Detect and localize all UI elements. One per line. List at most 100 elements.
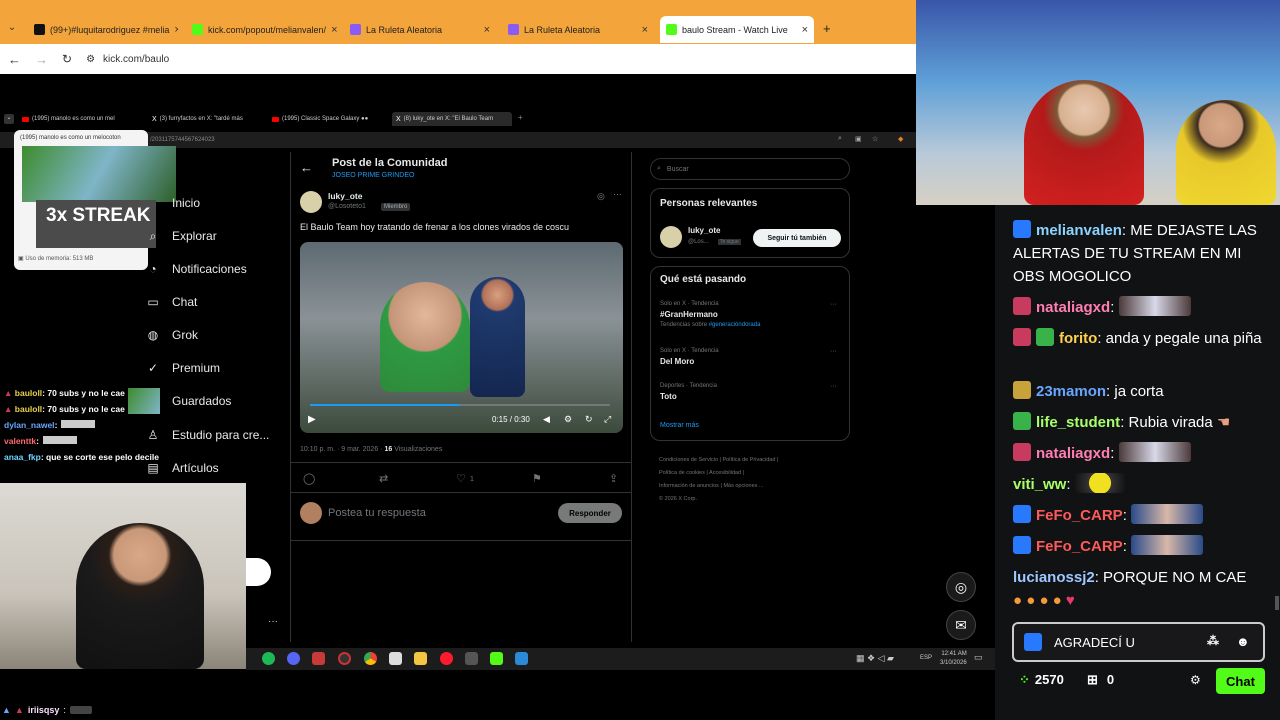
trend-item[interactable]: Solo en X · Tendencia #GranHermano Tende… <box>660 301 840 341</box>
nav-item-estudio[interactable]: ♙ Estudio para cre... <box>146 428 270 442</box>
footer-link[interactable]: Política de Privacidad <box>723 457 776 463</box>
app-icon[interactable] <box>389 652 402 665</box>
relevant-avatar[interactable] <box>660 226 682 248</box>
author-handle[interactable]: @Losoteto1 <box>328 203 366 210</box>
chat-scrollbar[interactable] <box>1275 596 1279 610</box>
close-tab-icon[interactable]: × <box>484 24 490 36</box>
inner-tab-4-active[interactable]: X (8) luky_ote en X: "El Baulo Team <box>392 112 512 126</box>
nav-item-explorar[interactable]: ⌕ Explorar <box>146 229 217 244</box>
kick-icon[interactable] <box>490 652 503 665</box>
outer-tab-5-active[interactable]: baulo Stream - Watch Live × <box>660 16 814 43</box>
search-box[interactable]: ⌕ Buscar <box>650 158 850 180</box>
language-indicator[interactable]: ESP <box>920 655 932 661</box>
chat-settings-icon[interactable]: ⚙ <box>1190 673 1201 687</box>
reply-input[interactable]: Postea tu respuesta <box>328 507 426 519</box>
app-icon[interactable] <box>465 652 478 665</box>
close-tab-icon[interactable]: × <box>802 24 808 36</box>
grok-explain-icon[interactable]: ◎ <box>597 191 605 202</box>
back-icon[interactable]: ← <box>8 52 21 67</box>
tray-icons[interactable]: ▦ ❖ ◁ ▰ <box>856 653 894 664</box>
chat-username[interactable]: 23mamon <box>1036 383 1106 400</box>
outer-tab-3[interactable]: La Ruleta Aleatoria × <box>344 16 496 43</box>
trend-more-icon[interactable]: ··· <box>830 301 837 308</box>
chrome-icon[interactable] <box>364 652 377 665</box>
footer-link[interactable]: Información de anuncios <box>659 483 719 489</box>
outer-tab-4[interactable]: La Ruleta Aleatoria × <box>502 16 654 43</box>
inner-tab-1[interactable]: (1995) manolo es como un mel <box>22 112 140 126</box>
inner-tab-list-icon[interactable]: ⌄ <box>4 114 14 124</box>
install-icon[interactable]: ▣ <box>855 135 862 143</box>
extension-icon[interactable]: ◆ <box>898 135 903 143</box>
footer-link[interactable]: Accesibilidad <box>709 470 741 476</box>
chat-username[interactable]: forito <box>1059 330 1097 347</box>
chat-username[interactable]: melianvalen <box>1036 222 1122 239</box>
post-more-icon[interactable]: ··· <box>613 189 622 199</box>
chat-username[interactable]: viti_ww <box>1013 476 1066 493</box>
chat-send-button[interactable]: Chat <box>1216 668 1265 694</box>
channel-points[interactable]: ⁘ 2570 <box>1019 672 1064 688</box>
repost-icon[interactable]: ⇄ <box>379 472 388 485</box>
community-name[interactable]: JOSEO PRIME GRINDEO <box>332 172 414 179</box>
chat-input[interactable]: AGRADECÍ U <box>1012 622 1265 662</box>
trend-item[interactable]: Deportes · Tendencia Toto ··· <box>660 383 840 411</box>
notification-icon[interactable]: ▭ <box>974 652 983 663</box>
trend-more-icon[interactable]: ··· <box>830 348 837 355</box>
nav-item-grok[interactable]: ◍ Grok <box>146 328 198 342</box>
share-icon[interactable]: ⇪ <box>609 472 618 485</box>
tab-list-chevron-icon[interactable]: ⌄ <box>4 22 20 38</box>
reply-icon[interactable]: ◯ <box>303 472 315 485</box>
nav-item-inicio[interactable]: Inicio <box>146 196 200 210</box>
messages-float-icon[interactable]: ✉ <box>946 610 976 640</box>
emoji-picker-icon[interactable]: ☻ <box>1236 634 1250 649</box>
footer-link[interactable]: Condiciones de Servicio <box>659 457 718 463</box>
url-text[interactable]: kick.com/baulo <box>103 54 169 65</box>
loop-icon[interactable]: ↻ <box>585 414 593 425</box>
outer-tab-2[interactable]: kick.com/popout/melianvalen/ × <box>186 16 338 43</box>
back-arrow-icon[interactable]: ← <box>300 160 313 175</box>
close-tab-icon[interactable]: × <box>174 24 178 36</box>
outer-tab-1[interactable]: (99+)#luquitarodriguez #melia × <box>28 16 178 43</box>
file-explorer-icon[interactable] <box>414 652 427 665</box>
chat-username[interactable]: life_student <box>1036 414 1120 431</box>
app-icon[interactable] <box>515 652 528 665</box>
settings-icon[interactable]: ⚙ <box>564 414 572 425</box>
reply-button[interactable]: Responder <box>558 503 622 523</box>
inner-url-text[interactable]: /2031175744567624023 <box>150 137 215 143</box>
spotify-icon[interactable] <box>262 652 275 665</box>
chat-username[interactable]: nataliagxd <box>1036 299 1110 316</box>
site-info-icon[interactable]: ⚙ <box>86 54 95 65</box>
more-menu-icon[interactable]: ··· <box>268 616 278 627</box>
trend-link[interactable]: #generacióndorada <box>709 322 761 328</box>
grok-float-icon[interactable]: ◎ <box>946 572 976 602</box>
post-video[interactable]: ▶ 0:15 / 0:30 ◀ ⚙ ↻ ⤢ <box>300 242 623 433</box>
close-tab-icon[interactable]: × <box>642 24 648 36</box>
clock[interactable]: 12:41 AM 3/10/2026 <box>940 650 967 668</box>
follow-back-button[interactable]: Seguir tú también <box>753 229 841 247</box>
author-name[interactable]: luky_ote <box>328 191 363 201</box>
opera-icon[interactable] <box>440 652 453 665</box>
nav-item-premium[interactable]: ✓ Premium <box>146 361 220 375</box>
author-avatar[interactable] <box>300 191 322 213</box>
fullscreen-icon[interactable]: ⤢ <box>604 414 611 425</box>
discord-icon[interactable] <box>287 652 300 665</box>
reload-icon[interactable]: ↻ <box>62 52 72 66</box>
relevant-name[interactable]: luky_ote <box>688 226 720 235</box>
chat-username[interactable]: nataliagxd <box>1036 445 1110 462</box>
inner-tab-3[interactable]: (1995) Classic Space Galaxy ●● <box>272 112 382 126</box>
chat-username[interactable]: FeFo_CARP <box>1036 538 1123 555</box>
app-icon[interactable] <box>312 652 325 665</box>
bookmark-icon[interactable]: ⚑ <box>532 472 542 485</box>
quick-emote-icon[interactable]: ⁂ <box>1207 634 1219 648</box>
star-icon[interactable]: ☆ <box>872 135 878 143</box>
play-icon[interactable]: ▶ <box>308 414 316 425</box>
relevant-handle[interactable]: @Los... <box>688 239 709 245</box>
forward-icon[interactable]: → <box>35 52 48 67</box>
nav-item-notificaciones[interactable]: ◔ Notificaciones <box>146 262 246 276</box>
trend-more-icon[interactable]: ··· <box>830 383 837 390</box>
obs-icon[interactable] <box>338 652 351 665</box>
chat-username[interactable]: lucianossj2 <box>1013 569 1095 586</box>
close-tab-icon[interactable]: × <box>331 24 337 36</box>
like-icon[interactable]: ♡ <box>456 472 466 485</box>
inner-tab-2[interactable]: X (3) furryfactos en X: "tardé más <box>152 112 257 126</box>
zoom-icon[interactable]: ⌕ <box>838 135 842 143</box>
